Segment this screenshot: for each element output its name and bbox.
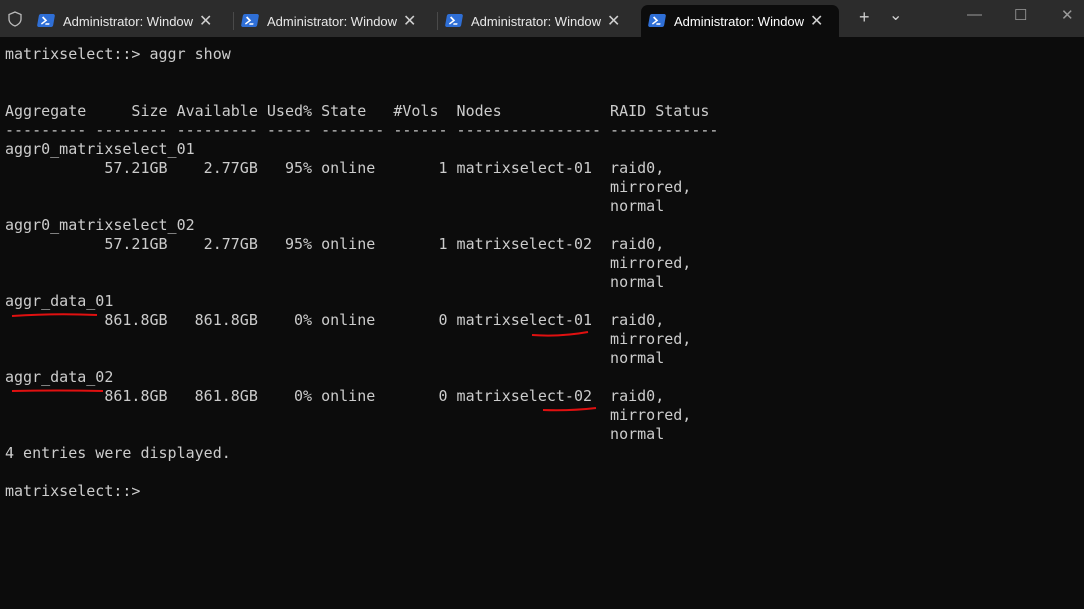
terminal-line: mirrored, bbox=[5, 406, 692, 424]
terminal-line: matrixselect::> bbox=[5, 482, 150, 500]
powershell-icon bbox=[36, 14, 56, 27]
terminal-line: mirrored, bbox=[5, 178, 692, 196]
terminal-line: aggr_data_02 bbox=[5, 368, 114, 386]
terminal-line: --------- -------- --------- ----- -----… bbox=[5, 121, 719, 139]
terminal-line: aggr0_matrixselect_02 bbox=[5, 216, 195, 234]
new-tab-button[interactable]: + bbox=[859, 7, 870, 28]
powershell-icon bbox=[240, 14, 260, 27]
tab-close-button[interactable]: ✕ bbox=[403, 11, 416, 31]
powershell-icon bbox=[444, 14, 464, 27]
tab-title: Administrator: Windows PowerShell bbox=[63, 14, 193, 29]
terminal-line: normal bbox=[5, 273, 665, 291]
shield-icon bbox=[8, 11, 22, 27]
terminal-line: normal bbox=[5, 425, 665, 443]
terminal-line: 861.8GB 861.8GB 0% online 0 matrixselect… bbox=[5, 387, 665, 405]
terminal-line: 4 entries were displayed. bbox=[5, 444, 231, 462]
minimize-button[interactable]: — bbox=[967, 6, 982, 23]
terminal-line: normal bbox=[5, 349, 665, 367]
maximize-button[interactable]: ☐ bbox=[1014, 6, 1027, 24]
terminal-line: matrixselect::> aggr show bbox=[5, 45, 231, 63]
terminal-line: 57.21GB 2.77GB 95% online 1 matrixselect… bbox=[5, 159, 665, 177]
tab-title: Administrator: Windows PowerShell bbox=[674, 14, 804, 29]
close-window-button[interactable]: ✕ bbox=[1061, 6, 1074, 24]
terminal-line: 57.21GB 2.77GB 95% online 1 matrixselect… bbox=[5, 235, 665, 253]
tab-title: Administrator: Windows PowerShell bbox=[267, 14, 397, 29]
tab-title: Administrator: Windows PowerShell bbox=[471, 14, 601, 29]
tab-close-button[interactable]: ✕ bbox=[810, 11, 823, 31]
tab-bar: Administrator: Windows PowerShell✕Admini… bbox=[0, 0, 1084, 37]
tab-2[interactable]: Administrator: Windows PowerShell ✕ bbox=[234, 5, 432, 37]
tab-1[interactable]: Administrator: Windows PowerShell ✕ bbox=[30, 5, 228, 37]
terminal-line: 861.8GB 861.8GB 0% online 0 matrixselect… bbox=[5, 311, 665, 329]
terminal-output[interactable]: matrixselect::> aggr showAggregate Size … bbox=[5, 45, 718, 501]
terminal-line: Aggregate Size Available Used% State #Vo… bbox=[5, 102, 710, 120]
tab-close-button[interactable]: ✕ bbox=[199, 11, 212, 31]
terminal-line: aggr0_matrixselect_01 bbox=[5, 140, 195, 158]
powershell-icon bbox=[647, 14, 667, 27]
tab-3[interactable]: Administrator: Windows PowerShell ✕ bbox=[438, 5, 636, 37]
tab-close-button[interactable]: ✕ bbox=[607, 11, 620, 31]
terminal-line: normal bbox=[5, 197, 665, 215]
tab-4[interactable]: Administrator: Windows PowerShell ✕ bbox=[641, 5, 839, 37]
tab-dropdown-button[interactable]: ⌄ bbox=[889, 5, 902, 25]
terminal-line: mirrored, bbox=[5, 254, 692, 272]
terminal-line: aggr_data_01 bbox=[5, 292, 114, 310]
terminal-line: mirrored, bbox=[5, 330, 692, 348]
